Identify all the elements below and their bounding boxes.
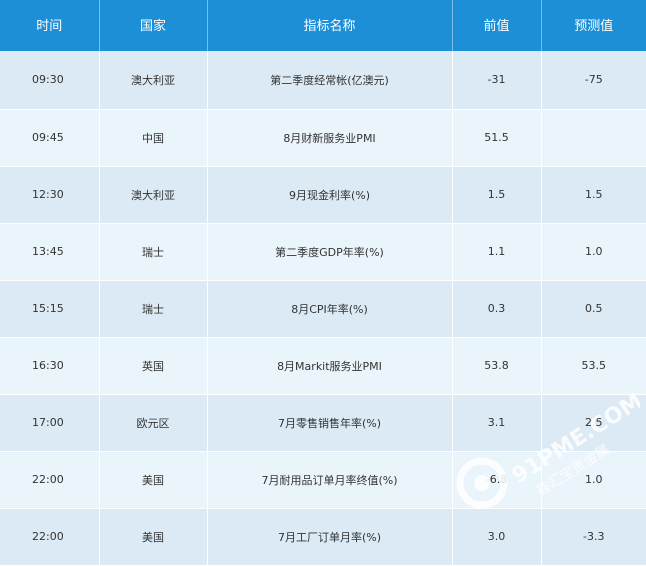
cell-indicator: 7月耐用品订单月率终值(%) [207, 451, 453, 509]
cell-country: 美国 [99, 451, 208, 509]
table-body: 09:30 澳大利亚 第二季度经常帐(亿澳元) -31 -75 09:45 中国… [0, 51, 646, 566]
cell-forecast: 0.5 [541, 280, 646, 338]
cell-time: 13:45 [0, 223, 100, 281]
cell-indicator: 8月财新服务业PMI [207, 109, 453, 167]
cell-previous: 53.8 [452, 337, 542, 395]
cell-country: 瑞士 [99, 280, 208, 338]
cell-time: 12:30 [0, 166, 100, 224]
header-time: 时间 [0, 0, 100, 51]
cell-country: 澳大利亚 [99, 51, 208, 110]
table-row: 13:45 瑞士 第二季度GDP年率(%) 1.1 1.0 [0, 223, 646, 281]
cell-indicator: 8月Markit服务业PMI [207, 337, 453, 395]
cell-indicator: 8月CPI年率(%) [207, 280, 453, 338]
cell-time: 09:45 [0, 109, 100, 167]
header-indicator: 指标名称 [207, 0, 453, 51]
table-row: 16:30 英国 8月Markit服务业PMI 53.8 53.5 [0, 337, 646, 395]
cell-country: 中国 [99, 109, 208, 167]
table-row: 15:15 瑞士 8月CPI年率(%) 0.3 0.5 [0, 280, 646, 338]
cell-indicator: 第二季度GDP年率(%) [207, 223, 453, 281]
cell-forecast: 1.0 [541, 451, 646, 509]
cell-previous: -6.8 [452, 451, 542, 509]
cell-time: 22:00 [0, 508, 100, 566]
header-forecast: 预测值 [574, 19, 614, 34]
table-row: 22:00 美国 7月耐用品订单月率终值(%) -6.8 1.0 [0, 451, 646, 509]
table-row: 09:45 中国 8月财新服务业PMI 51.5 [0, 109, 646, 167]
cell-time: 16:30 [0, 337, 100, 395]
header-row: 时间 国家 指标名称 前值 预测值 [0, 0, 646, 51]
cell-indicator: 7月工厂订单月率(%) [207, 508, 453, 566]
table-row: 09:30 澳大利亚 第二季度经常帐(亿澳元) -31 -75 [0, 51, 646, 110]
table-row: 22:00 美国 7月工厂订单月率(%) 3.0 -3.3 [0, 508, 646, 566]
cell-indicator: 第二季度经常帐(亿澳元) [207, 51, 453, 110]
cell-previous: 0.3 [452, 280, 542, 338]
cell-previous: 51.5 [452, 109, 542, 167]
cell-country: 澳大利亚 [99, 166, 208, 224]
cell-country: 瑞士 [99, 223, 208, 281]
cell-time: 22:00 [0, 451, 100, 509]
cell-previous: -31 [452, 51, 542, 110]
table-row: 17:00 欧元区 7月零售销售年率(%) 3.1 2.5 [0, 394, 646, 452]
cell-country: 英国 [99, 337, 208, 395]
cell-forecast [541, 109, 646, 167]
table-row: 12:30 澳大利亚 9月现金利率(%) 1.5 1.5 [0, 166, 646, 224]
cell-forecast: 1.0 [541, 223, 646, 281]
cell-forecast: 2.5 [541, 394, 646, 452]
cell-forecast: 1.5 [541, 166, 646, 224]
cell-indicator: 7月零售销售年率(%) [207, 394, 453, 452]
cell-time: 17:00 [0, 394, 100, 452]
economic-calendar-table: 时间 国家 指标名称 前值 预测值 09:30 澳大利亚 第二季度经常帐(亿澳元… [0, 0, 646, 566]
cell-forecast: -3.3 [541, 508, 646, 566]
cell-country: 美国 [99, 508, 208, 566]
cell-forecast: -75 [541, 51, 646, 110]
cell-forecast: 53.5 [541, 337, 646, 395]
table-header: 时间 国家 指标名称 前值 预测值 [0, 0, 646, 51]
cell-previous: 3.0 [452, 508, 542, 566]
cell-previous: 3.1 [452, 394, 542, 452]
cell-indicator: 9月现金利率(%) [207, 166, 453, 224]
cell-previous: 1.5 [452, 166, 542, 224]
header-previous: 前值 [452, 0, 542, 51]
cell-previous: 1.1 [452, 223, 542, 281]
header-country: 国家 [99, 0, 208, 51]
cell-country: 欧元区 [99, 394, 208, 452]
cell-time: 15:15 [0, 280, 100, 338]
cell-time: 09:30 [0, 51, 100, 110]
